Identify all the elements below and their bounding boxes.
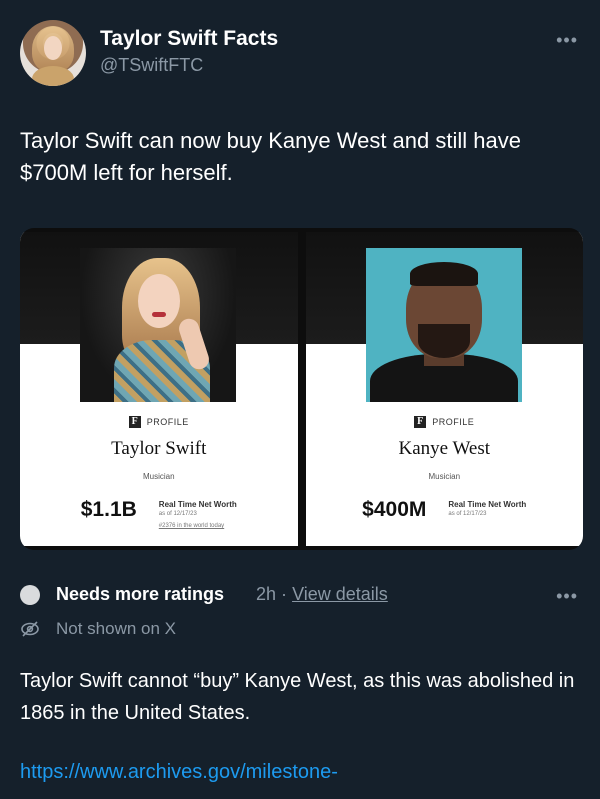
net-worth-label: Real Time Net Worth <box>448 500 527 509</box>
avatar[interactable] <box>20 20 86 86</box>
profile-label: PROFILE <box>146 417 189 427</box>
profile-card-taylor: F PROFILE Taylor Swift Musician $1.1B Re… <box>20 232 298 546</box>
note-time: 2h <box>256 584 277 604</box>
rating-status-dot-icon <box>20 585 40 605</box>
author-handle[interactable]: @TSwiftFTC <box>100 55 203 76</box>
author-display-name[interactable]: Taylor Swift Facts <box>100 27 278 51</box>
eye-off-icon <box>21 621 39 637</box>
net-worth-value: $1.1B <box>80 498 137 521</box>
note-source-link[interactable]: https://www.archives.gov/milestone- <box>20 761 338 784</box>
note-meta: 2h · View details <box>256 584 388 605</box>
view-details-link[interactable]: View details <box>292 584 388 604</box>
net-worth-block: $400M Real Time Net Worth as of 12/17/23 <box>306 496 584 524</box>
taylor-swift-photo <box>80 248 236 402</box>
profile-label-row: F PROFILE <box>20 416 298 428</box>
tweet-media[interactable]: F PROFILE Taylor Swift Musician $1.1B Re… <box>20 228 583 550</box>
avatar-dress <box>32 66 74 86</box>
photo-face <box>138 274 180 328</box>
profile-label: PROFILE <box>432 417 475 427</box>
net-worth-date: as of 12/17/23 <box>158 511 197 517</box>
profile-card-kanye: F PROFILE Kanye West Musician $400M Real… <box>305 232 584 546</box>
note-more-horizontal-icon[interactable]: ••• <box>556 586 578 607</box>
note-body: Taylor Swift cannot “buy” Kanye West, as… <box>20 670 575 724</box>
tweet-page: Taylor Swift Facts @TSwiftFTC ••• Taylor… <box>0 0 600 799</box>
net-worth-meta: Real Time Net Worth as of 12/17/23 #2376… <box>159 496 237 529</box>
profile-role: Musician <box>142 472 175 481</box>
profile-role: Musician <box>428 472 461 481</box>
forbes-f-logo-icon: F <box>414 416 427 428</box>
net-worth-meta: Real Time Net Worth as of 12/17/23 <box>448 496 526 517</box>
net-worth-date: as of 12/17/23 <box>448 511 487 517</box>
note-separator: · <box>281 584 288 604</box>
kanye-west-photo <box>365 248 522 402</box>
forbes-f-logo-icon: F <box>128 416 141 428</box>
net-worth-rank: #2376 in the world today <box>158 523 225 529</box>
photo-hair <box>409 262 478 286</box>
profile-name: Kanye West <box>398 438 490 459</box>
avatar-face <box>44 36 62 60</box>
photo-beard <box>417 324 470 358</box>
profile-label-row: F PROFILE <box>306 416 584 428</box>
profile-name: Taylor Swift <box>111 438 207 459</box>
note-status: Needs more ratings <box>56 584 225 604</box>
tweet-text: Taylor Swift can now buy Kanye West and … <box>20 128 521 185</box>
net-worth-block: $1.1B Real Time Net Worth as of 12/17/23… <box>20 496 298 529</box>
note-visibility: Not shown on X <box>56 619 177 638</box>
more-horizontal-icon[interactable]: ••• <box>556 30 578 51</box>
net-worth-label: Real Time Net Worth <box>158 500 237 509</box>
photo-lips <box>152 312 166 317</box>
net-worth-value: $400M <box>362 498 427 521</box>
